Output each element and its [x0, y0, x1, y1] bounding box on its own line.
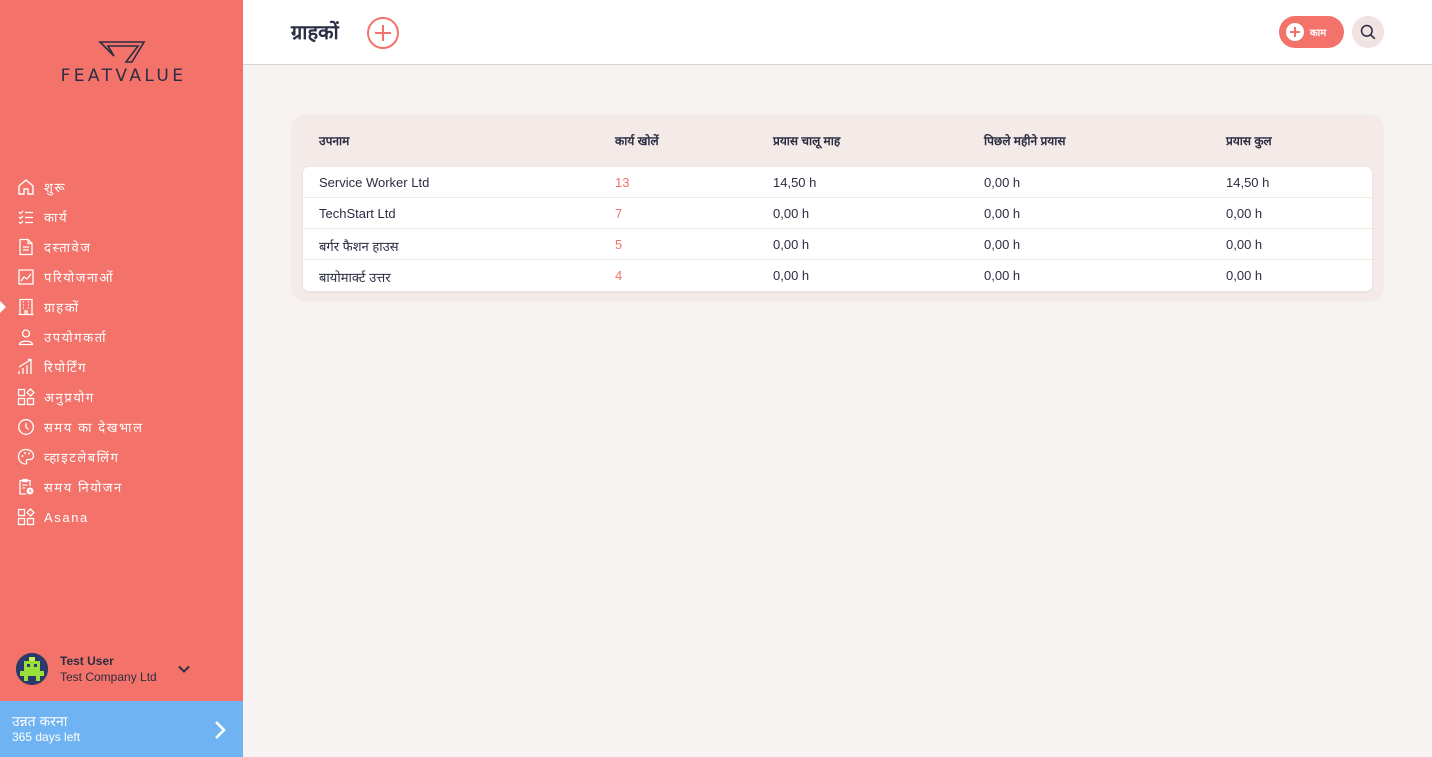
effort-current-month: 0,00 h	[773, 237, 810, 252]
plus-icon	[1286, 23, 1304, 41]
effort-last-month: 0,00 h	[984, 175, 1021, 190]
sidebar-item-time-tracking[interactable]: समय का देखभाल	[0, 412, 243, 442]
user-name: Test User	[60, 653, 114, 668]
sidebar-item-label: उपयोगकर्ता	[44, 330, 108, 345]
sidebar-item-label: दस्तावेज	[44, 240, 92, 255]
open-tasks-count[interactable]: 4	[615, 268, 622, 283]
sidebar-nav: शुरू कार्य दस्तावेज परियोजनाओं ग्राहकों …	[0, 172, 243, 532]
upgrade-days-left: 365 days left	[12, 730, 81, 744]
sidebar-item-label: रिपोर्टिंग	[44, 360, 88, 375]
user-menu[interactable]: Test User Test Company Ltd	[16, 652, 226, 686]
column-header-effort-last-month[interactable]: पिछले महीने प्रयास	[984, 132, 1065, 149]
palette-icon	[17, 448, 35, 466]
table-row[interactable]: Service Worker Ltd 13 14,50 h 0,00 h 14,…	[303, 167, 1372, 198]
effort-last-month: 0,00 h	[984, 206, 1021, 221]
effort-total: 14,50 h	[1226, 175, 1270, 190]
sidebar-item-tasks[interactable]: कार्य	[0, 202, 243, 232]
sidebar-item-label: कार्य	[44, 210, 69, 225]
timer-icon	[17, 418, 35, 436]
column-header-effort-total[interactable]: प्रयास कुल	[1226, 132, 1272, 149]
customer-name: Service Worker Ltd	[319, 175, 430, 190]
building-icon	[17, 298, 35, 316]
effort-last-month: 0,00 h	[984, 268, 1021, 283]
sidebar-item-home[interactable]: शुरू	[0, 172, 243, 202]
open-tasks-count[interactable]: 5	[615, 237, 622, 252]
effort-last-month: 0,00 h	[984, 237, 1021, 252]
effort-total: 0,00 h	[1226, 206, 1263, 221]
logo-text: FEATVALUE	[60, 66, 187, 86]
sidebar-item-label: व्हाइटलेबलिंग	[44, 450, 120, 465]
schedule-icon	[17, 478, 35, 496]
search-icon	[1360, 24, 1376, 40]
reporting-icon	[17, 358, 35, 376]
apps-icon	[17, 508, 35, 526]
user-company: Test Company Ltd	[60, 669, 157, 684]
table-row[interactable]: बर्गर फैशन हाउस 5 0,00 h 0,00 h 0,00 h	[303, 229, 1372, 260]
sidebar-item-documents[interactable]: दस्तावेज	[0, 232, 243, 262]
table-header: उपनाम कार्य खोलें प्रयास चालू माह पिछले …	[291, 132, 1384, 154]
page-title: ग्राहकों	[291, 22, 339, 44]
add-customer-button[interactable]	[367, 17, 399, 49]
sidebar-item-apps[interactable]: अनुप्रयोग	[0, 382, 243, 412]
logo-mark-icon	[98, 41, 146, 63]
sidebar-item-label: Asana	[44, 509, 89, 525]
sidebar-item-customers[interactable]: ग्राहकों	[0, 292, 243, 322]
sidebar: FEATVALUE शुरू कार्य दस्तावेज परियोजनाओं…	[0, 0, 243, 757]
sidebar-item-label: परियोजनाओं	[44, 270, 115, 285]
project-chart-icon	[17, 268, 35, 286]
chevron-right-icon	[215, 721, 226, 739]
open-tasks-count[interactable]: 7	[615, 206, 622, 221]
featvalue-logo[interactable]: FEATVALUE	[36, 40, 211, 90]
table-row[interactable]: बायोमार्क्ट उत्तर 4 0,00 h 0,00 h 0,00 h	[303, 260, 1372, 291]
chevron-down-icon[interactable]	[176, 661, 192, 677]
sidebar-item-label: समय का देखभाल	[44, 420, 144, 435]
customers-table: उपनाम कार्य खोलें प्रयास चालू माह पिछले …	[291, 114, 1384, 302]
home-icon	[17, 178, 35, 196]
table-body: Service Worker Ltd 13 14,50 h 0,00 h 14,…	[303, 167, 1372, 291]
user-icon	[17, 328, 35, 346]
sidebar-item-label: समय नियोजन	[44, 480, 123, 495]
apps-icon	[17, 388, 35, 406]
document-icon	[17, 238, 35, 256]
search-button[interactable]	[1352, 16, 1384, 48]
table-row[interactable]: TechStart Ltd 7 0,00 h 0,00 h 0,00 h	[303, 198, 1372, 229]
sidebar-item-asana[interactable]: Asana	[0, 502, 243, 532]
column-header-alias[interactable]: उपनाम	[319, 132, 349, 149]
effort-current-month: 14,50 h	[773, 175, 817, 190]
avatar	[16, 653, 48, 685]
sidebar-item-label: ग्राहकों	[44, 300, 80, 315]
effort-total: 0,00 h	[1226, 268, 1263, 283]
add-task-button[interactable]: काम	[1279, 16, 1344, 48]
customer-name: बर्गर फैशन हाउस	[319, 239, 399, 254]
add-task-label: काम	[1310, 28, 1327, 39]
sidebar-item-users[interactable]: उपयोगकर्ता	[0, 322, 243, 352]
top-bar: ग्राहकों काम	[243, 0, 1432, 65]
column-header-effort-month[interactable]: प्रयास चालू माह	[773, 132, 840, 149]
customer-name: TechStart Ltd	[319, 206, 396, 221]
task-list-icon	[17, 208, 35, 226]
sidebar-item-whitelabeling[interactable]: व्हाइटलेबलिंग	[0, 442, 243, 472]
sidebar-item-reporting[interactable]: रिपोर्टिंग	[0, 352, 243, 382]
upgrade-title: उन्नत करना	[12, 713, 68, 729]
effort-current-month: 0,00 h	[773, 268, 810, 283]
column-header-open-tasks[interactable]: कार्य खोलें	[615, 132, 659, 149]
sidebar-item-projects[interactable]: परियोजनाओं	[0, 262, 243, 292]
effort-current-month: 0,00 h	[773, 206, 810, 221]
sidebar-item-label: अनुप्रयोग	[44, 390, 95, 405]
sidebar-item-label: शुरू	[44, 180, 67, 195]
effort-total: 0,00 h	[1226, 237, 1263, 252]
customer-name: बायोमार्क्ट उत्तर	[319, 270, 391, 285]
open-tasks-count[interactable]: 13	[615, 175, 629, 190]
upgrade-banner[interactable]: उन्नत करना 365 days left	[0, 701, 243, 757]
sidebar-item-time-planning[interactable]: समय नियोजन	[0, 472, 243, 502]
